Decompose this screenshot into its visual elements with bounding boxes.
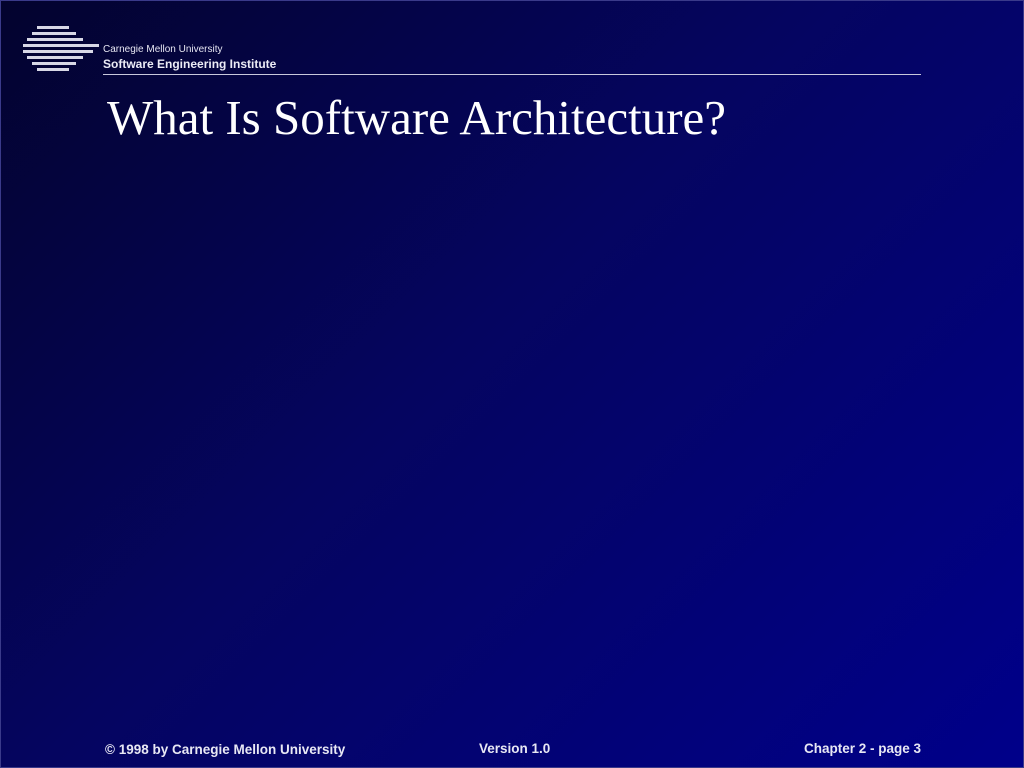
footer-copyright: © 1998 by Carnegie Mellon University	[105, 742, 346, 757]
header-divider	[103, 74, 921, 75]
institute-name: Software Engineering Institute	[103, 57, 277, 71]
slide-title: What Is Software Architecture?	[107, 90, 727, 145]
university-name: Carnegie Mellon University	[103, 44, 223, 55]
footer-page-number: Chapter 2 - page 3	[803, 741, 921, 756]
slide: Carnegie Mellon University Software Engi…	[0, 0, 1024, 768]
sei-striped-logo-icon	[23, 26, 99, 71]
footer-version: Version 1.0	[479, 741, 551, 756]
